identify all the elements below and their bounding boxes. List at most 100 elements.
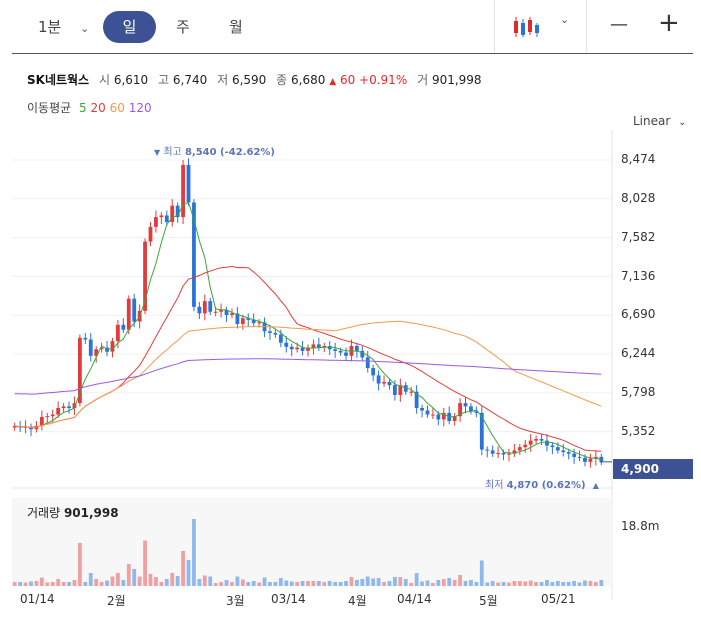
candlestick-type-button[interactable] [512, 15, 542, 43]
candle-body [550, 445, 555, 448]
volume-bar [300, 581, 305, 586]
tab-monthly[interactable]: 월 [229, 12, 243, 42]
volume-bar [197, 579, 202, 586]
volume-bar [583, 580, 587, 586]
candle-body [278, 334, 283, 343]
candle-body [56, 408, 61, 415]
candle-body [431, 414, 435, 416]
candlestick-icon [514, 17, 539, 37]
x-tick: 4월 [348, 594, 367, 608]
change-percent: +0.91% [359, 73, 408, 87]
candle-body [333, 349, 338, 351]
volume-bar [121, 580, 126, 586]
x-tick: 2월 [107, 594, 126, 608]
ma20-line [14, 265, 602, 452]
ma60-line [14, 320, 602, 428]
volume-bar [316, 581, 321, 586]
volume-value: 901,998 [431, 73, 482, 87]
up-triangle-icon: ▲ [592, 481, 599, 490]
high-marker: ▼ 최고 8,540 (-42.62%) [154, 147, 275, 158]
chart-toolbar: 1분 ⌄ 일 주 월 ⌄ — + [0, 0, 701, 54]
toolbar-divider [494, 0, 495, 53]
price-chart[interactable] [0, 130, 701, 600]
tab-weekly[interactable]: 주 [176, 12, 190, 42]
interval-dropdown[interactable]: 1분 ⌄ [38, 12, 89, 42]
candle-body [213, 311, 218, 313]
volume-bar [371, 578, 376, 586]
volume-bar [436, 580, 441, 586]
volume-bar [458, 575, 462, 586]
volume-bar [61, 582, 66, 586]
candle-body [230, 313, 234, 315]
volume-bar [29, 581, 33, 586]
volume-bar [268, 582, 272, 586]
volume-bar [588, 581, 593, 586]
stock-name: SK네트웍스 [27, 73, 90, 87]
candle-body [110, 341, 115, 352]
candle-body [240, 318, 245, 324]
volume-bar [311, 581, 316, 586]
candle-body [45, 416, 50, 418]
candle-body [186, 164, 191, 203]
volume-bar [474, 582, 479, 586]
ma-120: 120 [128, 101, 152, 115]
candle-body [61, 406, 66, 408]
interval-label: 1분 [38, 18, 62, 36]
candle-body [517, 447, 522, 451]
candle-body [50, 414, 55, 417]
candle-body [392, 385, 397, 395]
volume-bar [534, 582, 539, 586]
volume-bar [170, 573, 175, 586]
volume-bar [137, 576, 142, 586]
volume-bar [110, 576, 115, 586]
volume-bar [175, 576, 180, 586]
candle-body [164, 215, 169, 222]
candle-body [159, 215, 164, 218]
candle-body [469, 406, 473, 412]
volume-bar [349, 577, 354, 586]
volume-bar [463, 581, 468, 586]
volume-bar [338, 582, 343, 586]
tab-daily[interactable]: 일 [103, 11, 156, 43]
close-value: 6,680 [291, 73, 326, 87]
candle-body [338, 350, 343, 353]
volume-bar [50, 582, 55, 586]
candle-body [555, 447, 560, 451]
volume-bar [39, 577, 44, 586]
volume-bar [143, 540, 147, 586]
ma-20: 20 [90, 101, 106, 115]
ma120-line [14, 358, 602, 395]
candle-body [507, 453, 511, 455]
candle-body [376, 375, 381, 384]
volume-bar [431, 583, 435, 586]
zoom-out-button[interactable]: — [610, 14, 628, 35]
volume-bar [23, 582, 28, 586]
candle-body [365, 357, 370, 369]
volume-bar [441, 579, 446, 586]
chevron-down-icon[interactable]: ⌄ [560, 13, 569, 26]
volume-bar [403, 579, 408, 586]
volume-bar [344, 581, 348, 586]
volume-bar [77, 543, 82, 586]
x-tick: 5월 [479, 594, 498, 608]
volume-bar [18, 582, 23, 586]
volume-bar [192, 519, 196, 586]
y-tick: 6,690 [621, 307, 656, 321]
volume-bar [240, 579, 245, 586]
candle-body [121, 324, 126, 330]
volume-bar [289, 581, 294, 586]
candle-body [284, 342, 289, 347]
y-tick: 7,582 [621, 230, 656, 244]
volume-axis-label: 18.8m [621, 519, 660, 533]
y-tick: 8,474 [621, 152, 656, 166]
candle-body [588, 458, 593, 462]
moving-average-legend: 이동평균 5 20 60 120 [27, 101, 152, 115]
low-marker: 최저 4,870 (0.62%) ▲ [485, 480, 599, 491]
volume-bar [327, 581, 332, 586]
candle-body [436, 414, 441, 420]
zoom-in-button[interactable]: + [658, 8, 680, 38]
scale-mode-dropdown[interactable]: Linear ⌄ [633, 114, 687, 128]
volume-bar [545, 580, 549, 586]
volume-bar [382, 582, 386, 586]
ma5-line [14, 201, 602, 460]
